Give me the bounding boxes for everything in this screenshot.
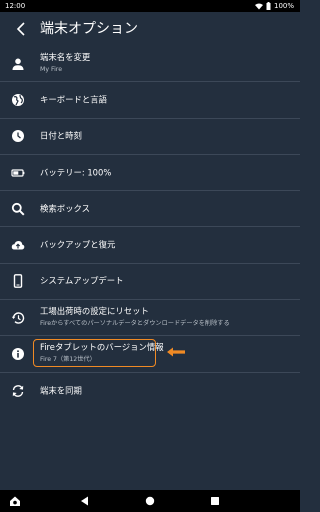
home-button-icon[interactable] [144, 495, 156, 507]
list-item-search-box[interactable]: 検索ボックス [0, 191, 300, 228]
status-battery: 100% [273, 2, 294, 10]
person-icon [12, 58, 24, 70]
battery-status-icon [266, 2, 271, 10]
status-time: 12:00 [5, 2, 26, 10]
settings-list: 端末名を変更 My Fire キーボードと言語 日付と時刻 バッテリー: 100… [0, 46, 300, 409]
recents-button-icon[interactable] [209, 495, 221, 507]
list-item-sync-device[interactable]: 端末を同期 [0, 373, 300, 409]
restore-icon [11, 312, 25, 324]
clock-icon [12, 130, 24, 143]
list-item-label: キーボードと言語 [40, 94, 107, 105]
list-item-label: 端末名を変更 [40, 52, 91, 62]
list-item-label: 端末を同期 [40, 385, 82, 396]
list-item-backup-restore[interactable]: バックアップと復元 [0, 227, 300, 264]
list-item-sub: Fire 7（第12世代） [40, 356, 96, 364]
list-item-label: 検索ボックス [40, 203, 90, 214]
home-alexa-icon[interactable] [9, 495, 21, 507]
list-item-keyboard-language[interactable]: キーボードと言語 [0, 82, 300, 119]
status-bar: 12:00 100% [0, 0, 300, 12]
list-item-label: システムアップデート [40, 275, 124, 286]
sync-icon [12, 384, 24, 397]
list-item-sub: Fireからすべてのパーソナルデータとダウンロードデータを削除する [40, 320, 230, 328]
list-item-label: 工場出荷時の設定にリセット [40, 306, 149, 317]
back-arrow-icon[interactable] [14, 21, 28, 37]
globe-icon [12, 93, 24, 106]
list-item-label: バックアップと復元 [40, 239, 116, 250]
list-item-label: 日付と時刻 [40, 130, 82, 141]
navigation-bar [0, 490, 300, 512]
status-right: 100% [254, 0, 294, 12]
list-item-about-tablet[interactable]: Fireタブレットのバージョン情報 Fire 7（第12世代） [0, 336, 300, 373]
info-icon [12, 348, 24, 361]
list-item-battery[interactable]: バッテリー: 100% [0, 155, 300, 192]
list-item-factory-reset[interactable]: 工場出荷時の設定にリセット Fireからすべてのパーソナルデータとダウンロードデ… [0, 300, 300, 337]
back-button-icon[interactable] [79, 495, 91, 507]
page-title: 端末オプション [40, 21, 138, 37]
list-item-rename-device[interactable]: 端末名を変更 My Fire [0, 46, 300, 83]
wifi-icon [254, 3, 263, 9]
battery-icon [11, 168, 25, 177]
list-item-system-update[interactable]: システムアップデート [0, 264, 300, 301]
app-bar: 端末オプション [0, 12, 300, 46]
list-item-label: バッテリー: 100% [40, 167, 112, 178]
phone-icon [13, 274, 23, 289]
cloud-upload-icon [11, 241, 25, 250]
list-item-date-time[interactable]: 日付と時刻 [0, 119, 300, 155]
arrow-left-icon [167, 347, 185, 357]
search-icon [11, 202, 25, 216]
list-item-sub: My Fire [40, 66, 63, 73]
list-item-label: Fireタブレットのバージョン情報 [40, 342, 164, 353]
